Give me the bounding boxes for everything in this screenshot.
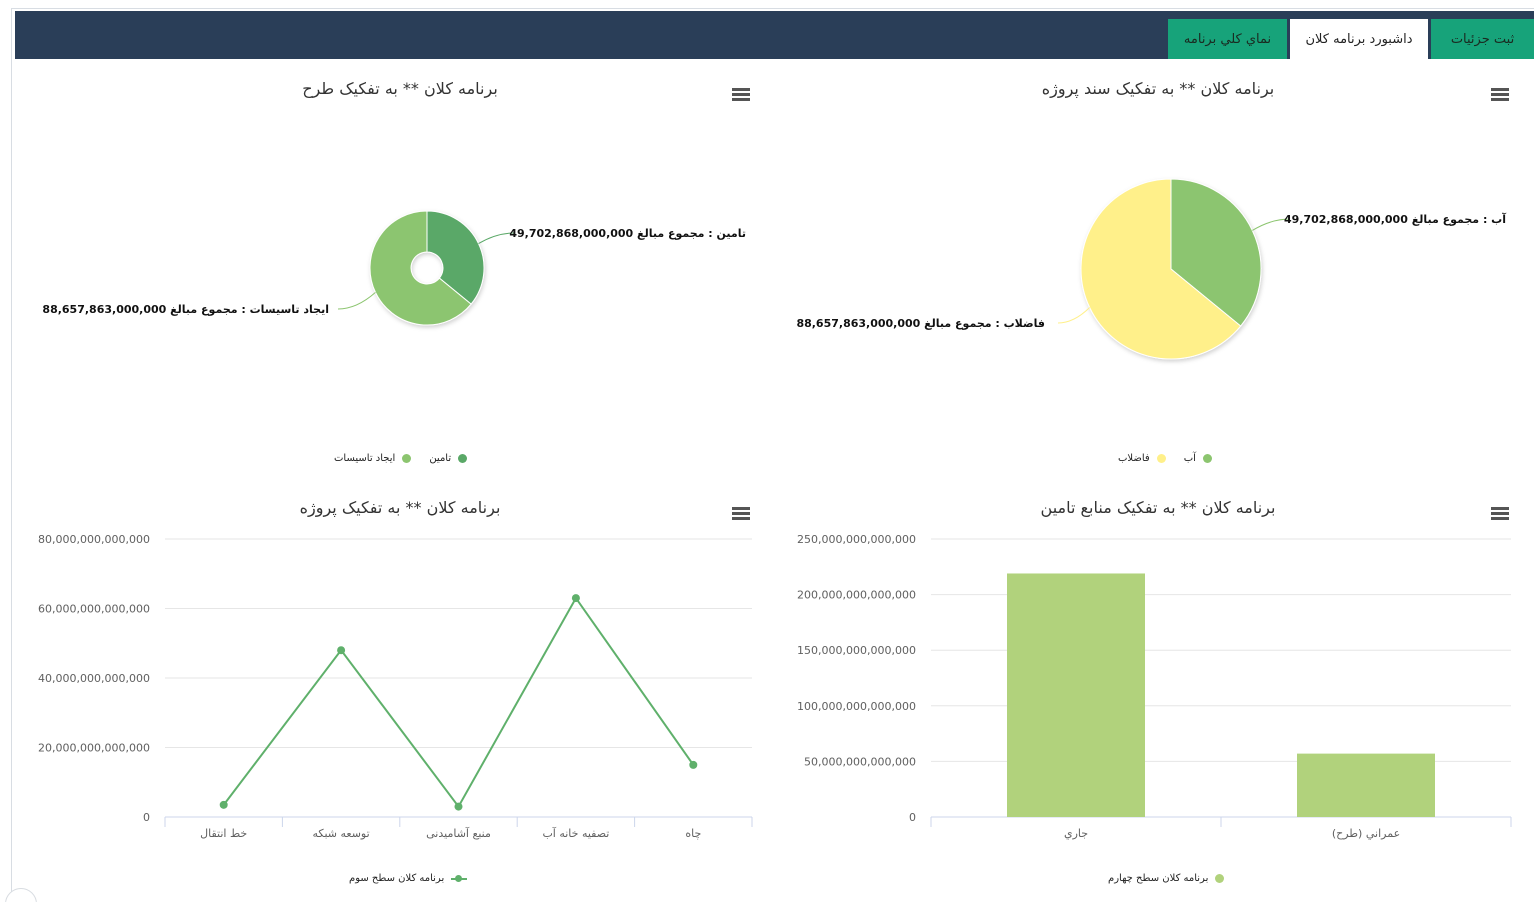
chart-menu-icon[interactable] — [732, 88, 750, 102]
pie-chart-project-doc: آب : مجموع مبالغ 49,702,868,000,000 فاضل… — [796, 178, 1506, 360]
legend-item-facilities[interactable]: ایجاد تاسیسات — [334, 453, 412, 464]
legend-label: آب — [1183, 453, 1196, 464]
legend-label: برنامه کلان سطح چهارم — [1108, 873, 1209, 884]
chart-menu-icon[interactable] — [1491, 88, 1509, 102]
legend-item-wastewater[interactable]: فاضلاب — [1118, 453, 1166, 464]
legend-item-supply[interactable]: تامین — [429, 453, 468, 464]
legend-marker — [451, 874, 468, 883]
tab-program-overview[interactable]: نماي كلي برنامه — [1168, 19, 1287, 59]
data-point[interactable] — [337, 646, 346, 655]
legend-label: تامین — [429, 453, 452, 464]
legend-project-doc: آب فاضلاب — [1100, 453, 1212, 464]
y-tick-label: 60,000,000,000,000 — [38, 603, 150, 616]
legend-item-water[interactable]: آب — [1184, 453, 1212, 464]
scroll-indicator[interactable] — [5, 888, 37, 902]
y-tick-label: 250,000,000,000,000 — [797, 533, 916, 546]
data-label-supply: تامین : مجموع مبالغ 49,702,868,000,000 — [509, 227, 746, 240]
legend-marker — [1215, 874, 1225, 883]
frame-border-left — [11, 8, 12, 902]
data-point[interactable] — [689, 760, 698, 769]
x-tick-label: توسعه شبکه — [313, 827, 370, 840]
tab-record-details[interactable]: ثبت جزئیات — [1431, 19, 1534, 59]
dashboard-page: { "tabs": [ {"label": "ثبت جزئیات"}, {"l… — [0, 0, 1534, 902]
y-tick-label: 80,000,000,000,000 — [38, 533, 150, 546]
y-tick-label: 100,000,000,000,000 — [797, 700, 916, 713]
y-tick-label: 200,000,000,000,000 — [797, 589, 916, 602]
legend-funding: برنامه کلان سطح چهارم — [1090, 873, 1225, 884]
legend-project: برنامه کلان سطح سوم — [331, 873, 468, 884]
tab-macro-program-dashboard[interactable]: داشبورد برنامه کلان — [1290, 19, 1428, 59]
y-tick-label: 0 — [909, 811, 916, 824]
legend-item-level4[interactable]: برنامه کلان سطح چهارم — [1108, 873, 1225, 884]
x-tick-label: جاري — [1064, 827, 1088, 840]
series-line — [222, 596, 695, 809]
x-tick-label: چاه — [685, 827, 701, 840]
legend-marker — [402, 454, 412, 463]
bar[interactable] — [1297, 753, 1435, 817]
legend-label: فاضلاب — [1118, 453, 1150, 464]
legend-marker — [1202, 454, 1212, 463]
bar-chart-funding: 0 50,000,000,000,000 100,000,000,000,000 15… — [797, 533, 1512, 840]
x-tick-label: خط انتقال — [200, 827, 247, 840]
y-tick-label: 0 — [143, 811, 150, 824]
legend-label: ایجاد تاسیسات — [334, 453, 396, 464]
data-point[interactable] — [571, 594, 580, 603]
y-tick-label: 50,000,000,000,000 — [804, 755, 916, 768]
legend-marker — [458, 454, 468, 463]
y-tick-label: 20,000,000,000,000 — [38, 742, 150, 755]
bar[interactable] — [1007, 573, 1145, 817]
y-tick-label: 150,000,000,000,000 — [797, 644, 916, 657]
legend-plan: تامین ایجاد تاسیسات — [316, 453, 468, 464]
chart-title-funding: برنامه کلان ** به تفکیک منابع تامین — [1040, 498, 1276, 517]
chart-menu-icon[interactable] — [732, 507, 750, 521]
data-label-water: آب : مجموع مبالغ 49,702,868,000,000 — [1284, 212, 1506, 226]
frame-border-top — [11, 8, 1534, 9]
data-point[interactable] — [454, 802, 463, 811]
x-tick-label: تصفیه خانه آب — [542, 826, 609, 840]
x-tick-label: منبع آشامیدنی — [426, 826, 491, 840]
data-label-connector — [337, 292, 376, 310]
line-chart-project: 0 20,000,000,000,000 40,000,000,000,000 60,… — [38, 533, 753, 840]
chart-title-plan: برنامه کلان ** به تفکیک طرح — [302, 79, 498, 98]
data-label-wastewater: فاضلاب : مجموع مبالغ 88,657,863,000,000 — [796, 317, 1045, 330]
legend-item-level3[interactable]: برنامه کلان سطح سوم — [349, 873, 468, 884]
chart-menu-icon[interactable] — [1491, 507, 1509, 521]
legend-marker — [1156, 454, 1166, 463]
chart-title-project-doc: برنامه کلان ** به تفکیک سند پروژه — [1041, 79, 1275, 98]
legend-label: برنامه کلان سطح سوم — [349, 873, 445, 884]
data-point[interactable] — [219, 800, 228, 809]
y-tick-label: 40,000,000,000,000 — [38, 672, 150, 685]
data-label-facilities: ایجاد تاسیسات : مجموع مبالغ 88,657,863,0… — [42, 303, 329, 316]
x-tick-label: عمراني (طرح) — [1332, 827, 1400, 840]
pie-chart-plan: تامین : مجموع مبالغ 49,702,868,000,000 ا… — [42, 210, 746, 326]
data-label-connector — [1057, 307, 1091, 324]
chart-title-project: برنامه کلان ** به تفکیک پروژه — [299, 498, 501, 517]
